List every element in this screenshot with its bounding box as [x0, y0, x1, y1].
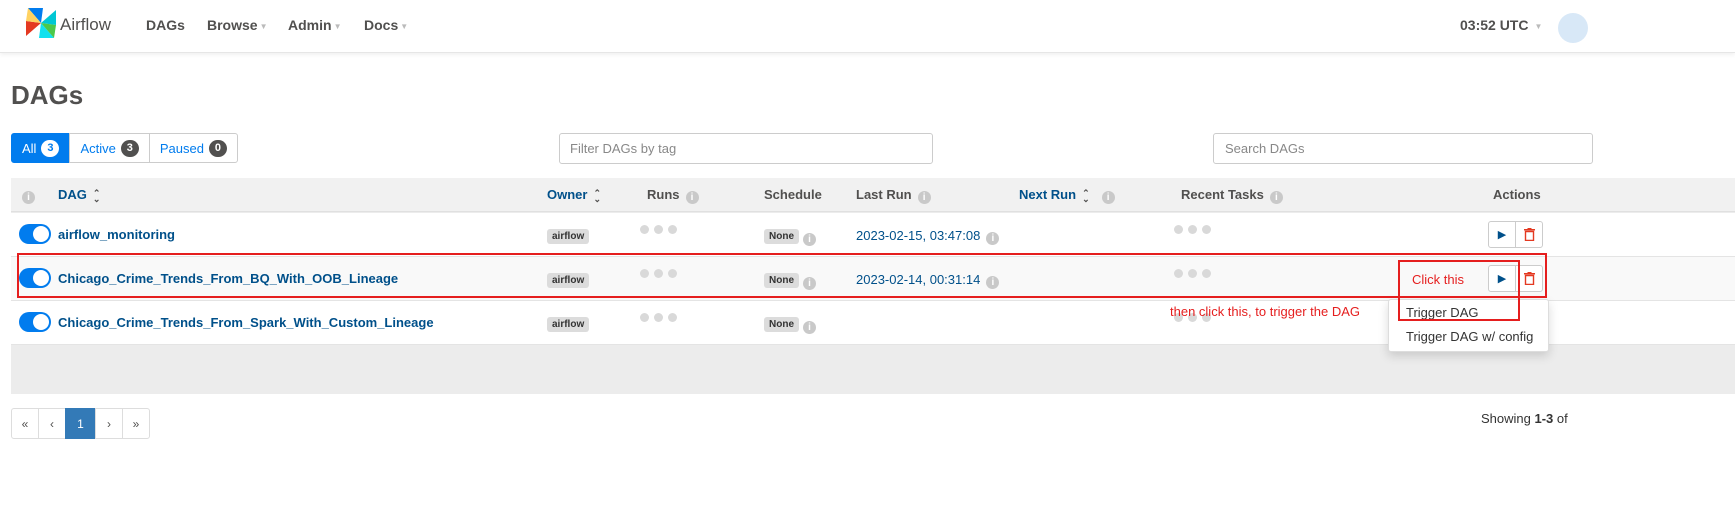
tag-filter-input[interactable] [559, 133, 933, 164]
tab-active-count: 3 [120, 139, 139, 157]
info-icon[interactable]: i [917, 191, 931, 204]
dag-status-tabs: All 3 Active 3 Paused 0 [11, 133, 238, 163]
owner-tag[interactable]: airflow [547, 317, 590, 332]
dag-pause-toggle[interactable] [19, 224, 51, 244]
header-owner[interactable]: Owner ⌃ ⌄ [547, 187, 602, 204]
showing-count: Showing 1-3 of [1481, 411, 1568, 426]
nav-dags-label: DAGs [146, 17, 185, 33]
table-header: i DAG ⌃ ⌄ Owner ⌃ ⌄ Runs i Schedule Last Run i… [11, 178, 1735, 212]
page-last-button[interactable]: » [122, 408, 150, 439]
pagination: « ‹ 1 › » [11, 408, 150, 439]
nav-admin[interactable]: Admin ▼ [288, 17, 341, 33]
header-last-run: Last Run i [856, 187, 931, 204]
page-title: DAGs [11, 80, 84, 110]
tab-paused[interactable]: Paused 0 [148, 133, 238, 163]
header-runs: Runs i [647, 187, 699, 204]
schedule-tag: None [764, 229, 799, 244]
menu-item-trigger-dag-with-config[interactable]: Trigger DAG w/ config [1406, 329, 1533, 344]
table-row: airflow_monitoring airflow None i 2023-0… [11, 213, 1735, 257]
play-icon: ▶ [1497, 229, 1507, 241]
caret-down-icon: ▼ [333, 21, 342, 31]
trash-icon [1523, 228, 1535, 241]
showing-range: 1-3 [1534, 411, 1554, 426]
sort-icon: ⌃ ⌄ [593, 187, 602, 204]
showing-prefix: Showing [1481, 411, 1531, 426]
caret-down-icon: ▼ [1534, 21, 1543, 31]
user-avatar[interactable] [1558, 13, 1588, 43]
page-next-button[interactable]: › [95, 408, 123, 439]
tab-all-count: 3 [41, 139, 60, 157]
tab-paused-count: 0 [208, 139, 227, 157]
header-dag-label: DAG [58, 187, 87, 202]
tab-active-label: Active [80, 140, 116, 156]
info-icon[interactable]: i [1101, 191, 1115, 204]
showing-suffix: of [1556, 411, 1568, 426]
annotation-then-click: then click this, to trigger the DAG [1170, 304, 1361, 319]
nav-dags[interactable]: DAGs [146, 17, 185, 33]
info-icon: i [803, 321, 816, 334]
schedule-tag: None [764, 317, 799, 332]
header-next-run[interactable]: Next Run ⌃ ⌄ i [1019, 187, 1115, 204]
dag-search-input[interactable] [1213, 133, 1593, 164]
header-recent-tasks-label: Recent Tasks [1181, 187, 1264, 202]
header-dag[interactable]: DAG ⌃ ⌄ [58, 187, 101, 204]
dag-pause-toggle[interactable] [19, 312, 51, 332]
tab-paused-label: Paused [159, 140, 204, 156]
clock-label: 03:52 UTC [1460, 17, 1529, 33]
top-navbar: Airflow DAGs Browse ▼ Admin ▼ Docs ▼ 03:52 … [0, 0, 1735, 53]
recent-tasks-dots [1174, 225, 1211, 234]
nav-browse-label: Browse [207, 17, 258, 33]
header-recent-tasks: Recent Tasks i [1181, 187, 1283, 204]
page-current-button[interactable]: 1 [65, 408, 96, 439]
schedule-info[interactable]: i [803, 228, 816, 246]
delete-dag-button[interactable] [1515, 221, 1543, 248]
nav-browse[interactable]: Browse ▼ [207, 17, 268, 33]
sort-icon: ⌃ ⌄ [92, 187, 101, 204]
nav-docs-label: Docs [364, 17, 399, 33]
dag-id-link[interactable]: Chicago_Crime_Trends_From_Spark_With_Cus… [58, 315, 434, 330]
runs-status-dots [640, 313, 677, 322]
info-icon: i [22, 191, 35, 204]
header-runs-label: Runs [647, 187, 680, 202]
last-run-value: 2023-02-15, 03:47:08 [856, 228, 981, 243]
tab-all-label: All [22, 140, 37, 156]
header-last-run-label: Last Run [856, 187, 912, 202]
runs-status-dots [640, 225, 677, 234]
nav-docs[interactable]: Docs ▼ [364, 17, 408, 33]
info-icon: i [803, 233, 816, 246]
header-next-run-label: Next Run [1019, 187, 1077, 202]
nav-admin-label: Admin [288, 17, 332, 33]
caret-down-icon: ▼ [259, 21, 268, 31]
header-schedule: Schedule [764, 187, 822, 202]
last-run-link[interactable]: 2023-02-15, 03:47:08 i [856, 228, 1000, 245]
airflow-logo-icon[interactable] [24, 6, 58, 40]
schedule-info[interactable]: i [803, 316, 816, 334]
sort-icon: ⌃ ⌄ [1082, 187, 1090, 204]
header-info[interactable]: i [22, 187, 35, 204]
utc-clock[interactable]: 03:52 UTC ▼ [1460, 17, 1542, 33]
annotation-click-this: Click this [1412, 272, 1465, 287]
brand-name[interactable]: Airflow [60, 15, 111, 35]
tab-all[interactable]: All 3 [11, 133, 71, 163]
header-owner-label: Owner [547, 187, 588, 202]
trigger-dag-button[interactable]: ▶ [1488, 221, 1516, 248]
tab-active[interactable]: Active 3 [69, 133, 150, 163]
info-icon: i [986, 232, 1000, 245]
page-prev-button[interactable]: ‹ [38, 408, 66, 439]
page-first-button[interactable]: « [11, 408, 39, 439]
header-actions: Actions [1493, 187, 1541, 202]
info-icon[interactable]: i [685, 191, 699, 204]
highlight-trigger-annotation [1398, 260, 1520, 321]
info-icon[interactable]: i [1269, 191, 1283, 204]
dag-id-link[interactable]: airflow_monitoring [58, 227, 175, 242]
highlight-row-annotation [17, 253, 1547, 298]
owner-tag[interactable]: airflow [547, 229, 590, 244]
caret-down-icon: ▼ [400, 21, 409, 31]
